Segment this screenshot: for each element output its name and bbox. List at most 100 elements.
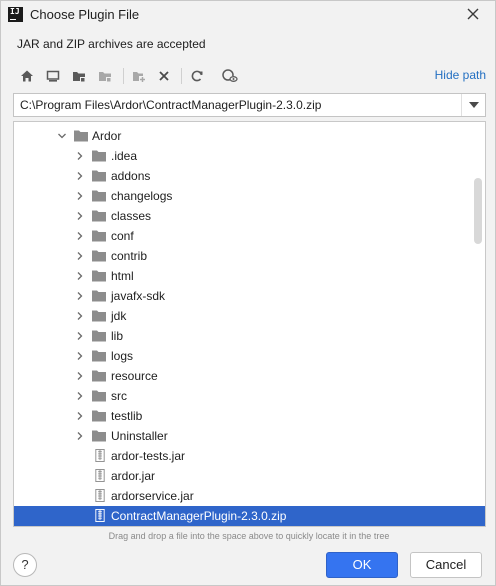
tree-node-label: ContractManagerPlugin-2.3.0.zip (111, 509, 287, 523)
chevron-down-icon[interactable] (57, 131, 67, 141)
folder-icon (92, 190, 106, 202)
tree-row[interactable]: ardorservice.jar (14, 486, 485, 506)
chevron-right-icon[interactable] (75, 251, 85, 261)
tree-node-label: conf (111, 229, 134, 243)
title-bar: IJ Choose Plugin File (1, 1, 495, 29)
folder-icon (92, 270, 106, 282)
tree-node-label: resource (111, 369, 158, 383)
tree-row[interactable]: javafx-sdk (14, 286, 485, 306)
toolbar: Hide path (13, 63, 486, 89)
chevron-right-icon[interactable] (75, 211, 85, 221)
chevron-right-icon[interactable] (75, 371, 85, 381)
tree-row[interactable]: testlib (14, 406, 485, 426)
tree-row[interactable]: lib (14, 326, 485, 346)
toolbar-separator (181, 68, 182, 84)
tree-scrollbar-thumb[interactable] (474, 178, 482, 244)
folder-icon (92, 430, 106, 442)
folder-icon (92, 230, 106, 242)
folder-icon (92, 210, 106, 222)
tree-row[interactable]: changelogs (14, 186, 485, 206)
tree-row[interactable]: jdk (14, 306, 485, 326)
tree-node-label: ardor-tests.jar (111, 449, 186, 463)
tree-node-label: classes (111, 209, 152, 223)
tree-node-label: addons (111, 169, 151, 183)
chevron-right-icon[interactable] (75, 271, 85, 281)
tree-row[interactable]: conf (14, 226, 485, 246)
cancel-button[interactable]: Cancel (410, 552, 482, 578)
jar-archive-icon (95, 449, 105, 462)
project-folder-icon[interactable] (69, 66, 89, 86)
folder-icon (92, 250, 106, 262)
chevron-down-icon (468, 102, 479, 108)
intellij-logo-icon: IJ (8, 7, 23, 22)
tree-row[interactable]: addons (14, 166, 485, 186)
tree-node-label: ardor.jar (111, 469, 156, 483)
tree-node-label: .idea (111, 149, 138, 163)
tree-node-label: html (111, 269, 134, 283)
folder-icon (92, 170, 106, 182)
tree-row[interactable]: classes (14, 206, 485, 226)
folder-icon (92, 370, 106, 382)
tree-row-ardor[interactable]: Ardor (14, 126, 485, 146)
tree-row[interactable]: ardor.jar (14, 466, 485, 486)
folder-icon (92, 290, 106, 302)
window-title: Choose Plugin File (30, 7, 140, 22)
chevron-right-icon[interactable] (75, 151, 85, 161)
tree-node-label: src (111, 389, 127, 403)
jar-archive-icon (95, 469, 105, 482)
folder-icon (92, 330, 106, 342)
chevron-right-icon[interactable] (75, 391, 85, 401)
tree-row[interactable]: src (14, 386, 485, 406)
tree-row[interactable]: contrib (14, 246, 485, 266)
path-field (13, 93, 486, 117)
tree-node-label: ardorservice.jar (111, 489, 194, 503)
home-icon[interactable] (17, 66, 37, 86)
delete-icon[interactable] (154, 66, 174, 86)
show-hidden-icon[interactable] (220, 66, 240, 86)
chevron-right-icon[interactable] (75, 171, 85, 181)
chevron-right-icon[interactable] (75, 411, 85, 421)
folder-icon (92, 310, 106, 322)
tree-node-label: Uninstaller (111, 429, 168, 443)
desktop-icon[interactable] (43, 66, 63, 86)
file-tree[interactable]: Ardor .idea addons changelogs classes conf co… (13, 121, 486, 527)
chevron-right-icon[interactable] (75, 231, 85, 241)
choose-plugin-file-dialog: IJ Choose Plugin File JAR and ZIP archiv… (0, 0, 496, 586)
folder-icon (92, 410, 106, 422)
path-input[interactable] (14, 94, 460, 116)
help-button[interactable]: ? (13, 553, 37, 577)
chevron-right-icon[interactable] (75, 431, 85, 441)
hide-path-link[interactable]: Hide path (435, 68, 486, 82)
tree-node-label: Ardor (92, 129, 122, 143)
tree-row-selected[interactable]: ContractManagerPlugin-2.3.0.zip (14, 506, 485, 526)
folder-icon (92, 350, 106, 362)
close-icon[interactable] (464, 6, 482, 24)
tree-row[interactable]: html (14, 266, 485, 286)
module-folder-icon[interactable] (95, 66, 115, 86)
tree-node-label: testlib (111, 409, 143, 423)
description-text: JAR and ZIP archives are accepted (17, 37, 206, 51)
folder-icon (92, 390, 106, 402)
tree-row[interactable]: Uninstaller (14, 426, 485, 446)
tree-node-label: javafx-sdk (111, 289, 166, 303)
tree-node-label: logs (111, 349, 134, 363)
chevron-right-icon[interactable] (75, 291, 85, 301)
tree-row[interactable]: logs (14, 346, 485, 366)
new-folder-icon[interactable] (129, 66, 149, 86)
chevron-right-icon[interactable] (75, 331, 85, 341)
chevron-right-icon[interactable] (75, 351, 85, 361)
tree-row[interactable]: ardor-tests.jar (14, 446, 485, 466)
tree-node-label: contrib (111, 249, 148, 263)
chevron-right-icon[interactable] (75, 311, 85, 321)
tree-row[interactable]: resource (14, 366, 485, 386)
folder-icon (74, 130, 88, 142)
refresh-icon[interactable] (187, 66, 207, 86)
tree-node-label: changelogs (111, 189, 173, 203)
jar-archive-icon (95, 489, 105, 502)
ok-button[interactable]: OK (326, 552, 398, 578)
zip-archive-icon (95, 509, 105, 522)
tree-row[interactable]: .idea (14, 146, 485, 166)
path-history-dropdown[interactable] (461, 94, 485, 116)
chevron-right-icon[interactable] (75, 191, 85, 201)
tree-node-label: lib (111, 329, 124, 343)
